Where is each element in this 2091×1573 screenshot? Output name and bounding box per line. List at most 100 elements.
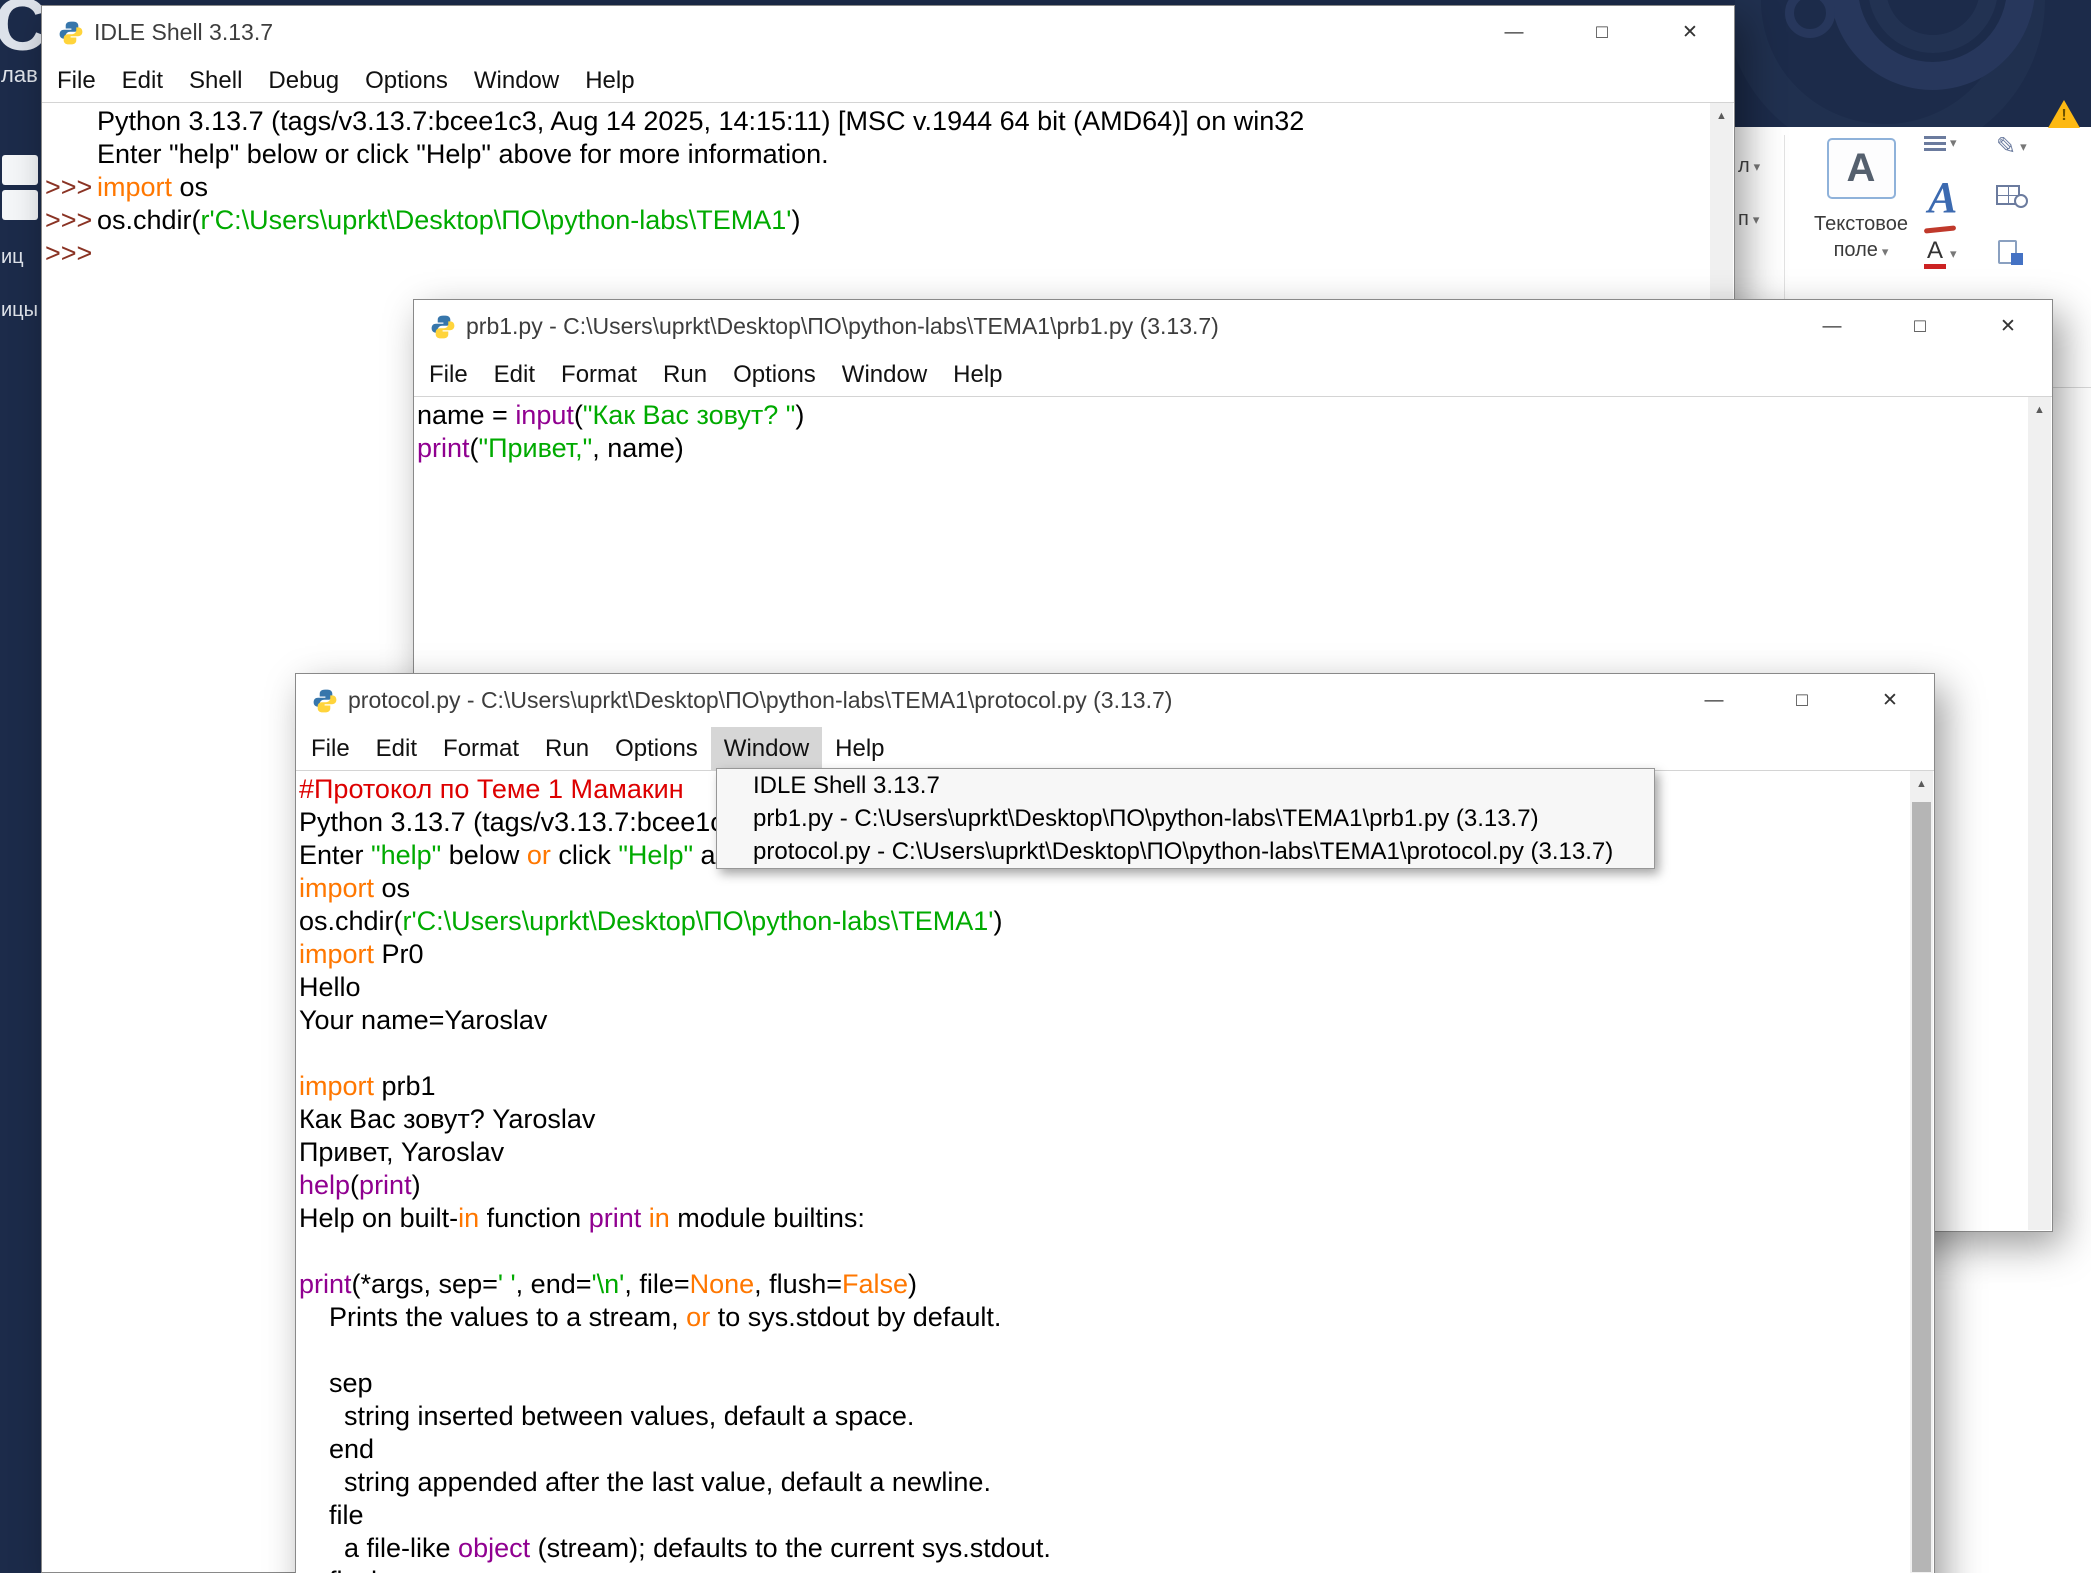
scroll-up-icon[interactable]: ▲ xyxy=(1910,771,1933,797)
textbox-button-label: Текстовое поле▾ xyxy=(1791,211,1931,265)
code-line: sep xyxy=(299,1367,1910,1400)
chevron-down-icon: ▾ xyxy=(1950,135,1957,151)
menu-format[interactable]: Format xyxy=(430,727,532,770)
menu-help[interactable]: Help xyxy=(822,727,897,770)
code-line: >>>import os xyxy=(45,171,1710,204)
code-line: end xyxy=(299,1433,1910,1466)
maximize-button[interactable]: □ xyxy=(1758,674,1846,727)
menu-edit[interactable]: Edit xyxy=(363,727,430,770)
window-title: protocol.py - C:\Users\uprkt\Desktop\ПО\… xyxy=(348,687,1172,714)
code-line: >>>os.chdir(r'C:\Users\uprkt\Desktop\ПО\… xyxy=(45,204,1710,237)
ribbon-clipped-label: л xyxy=(1738,155,1750,178)
window-menu-item[interactable]: protocol.py - C:\Users\uprkt\Desktop\ПО\… xyxy=(717,835,1654,868)
code-line: >>> xyxy=(45,237,1710,270)
menu-file[interactable]: File xyxy=(44,59,109,102)
menubar: FileEditShellDebugOptionsWindowHelp xyxy=(42,59,1734,103)
page-copy-button[interactable] xyxy=(1998,239,2023,265)
code-line: Как Вас зовут? Yaroslav xyxy=(299,1103,1910,1136)
close-icon: ✕ xyxy=(2000,315,2016,338)
code-line: Hello xyxy=(299,971,1910,1004)
code-line: string appended after the last value, de… xyxy=(299,1466,1910,1499)
scrollbar[interactable]: ▲ xyxy=(1910,771,1933,1573)
scrollbar-thumb[interactable] xyxy=(1912,802,1931,1572)
close-icon: ✕ xyxy=(1682,21,1698,44)
menu-options[interactable]: Options xyxy=(352,59,461,102)
minimize-button[interactable]: — xyxy=(1470,6,1558,59)
window-menu-item[interactable]: IDLE Shell 3.13.7 xyxy=(717,769,1654,802)
window-menu-item[interactable]: prb1.py - C:\Users\uprkt\Desktop\ПО\pyth… xyxy=(717,802,1654,835)
menu-help[interactable]: Help xyxy=(940,353,1015,396)
menu-edit[interactable]: Edit xyxy=(109,59,176,102)
shell-prompt: >>> xyxy=(45,204,97,237)
code-line: import prb1 xyxy=(299,1070,1910,1103)
code-line: Enter "help" below or click "Help" above… xyxy=(45,138,1710,171)
menu-file[interactable]: File xyxy=(298,727,363,770)
titlebar[interactable]: prb1.py - C:\Users\uprkt\Desktop\ПО\pyth… xyxy=(414,300,2052,353)
chevron-down-icon: ▾ xyxy=(1754,159,1761,175)
color-bar xyxy=(1924,264,1946,269)
menu-edit[interactable]: Edit xyxy=(481,353,548,396)
clipped-text-fragment: ицы xyxy=(1,299,38,322)
desktop: C лав иц ицы л▾ п▾ A Текстовое поле▾ ▾ xyxy=(0,0,2091,1573)
menu-help[interactable]: Help xyxy=(572,59,647,102)
menu-options[interactable]: Options xyxy=(720,353,829,396)
ribbon-clipped-control[interactable]: п▾ xyxy=(1738,208,1759,231)
clipped-text-fragment: иц xyxy=(1,246,24,269)
menu-debug[interactable]: Debug xyxy=(255,59,352,102)
close-button[interactable]: ✕ xyxy=(1964,300,2052,353)
table-clock-button[interactable] xyxy=(1996,182,2028,208)
font-color-icon: А xyxy=(1924,239,1946,269)
editor-text-area[interactable]: #Протокол по Теме 1 МамакинPython 3.13.7… xyxy=(296,771,1910,1573)
scroll-up-icon[interactable]: ▲ xyxy=(2028,397,2051,423)
titlebar[interactable]: protocol.py - C:\Users\uprkt\Desktop\ПО\… xyxy=(296,674,1934,727)
maximize-button[interactable]: □ xyxy=(1876,300,1964,353)
minimize-icon: — xyxy=(1705,690,1724,712)
wordart-button[interactable]: A xyxy=(1920,176,1972,234)
textbox-gallery-button[interactable]: A Текстовое поле▾ xyxy=(1791,138,1931,265)
menu-window[interactable]: Window xyxy=(711,727,822,770)
draw-button[interactable]: ✎▾ xyxy=(1996,135,2027,159)
menu-format[interactable]: Format xyxy=(548,353,650,396)
chevron-down-icon: ▾ xyxy=(2020,139,2027,155)
close-button[interactable]: ✕ xyxy=(1846,674,1934,727)
wordart-a-icon: A xyxy=(1928,176,1957,220)
code-line: name = input("Как Вас зовут? ") xyxy=(417,399,2028,432)
titlebar[interactable]: IDLE Shell 3.13.7 — □ ✕ xyxy=(42,6,1734,59)
text-direction-button[interactable]: ▾ xyxy=(1924,135,1957,151)
close-button[interactable]: ✕ xyxy=(1646,6,1734,59)
close-icon: ✕ xyxy=(1882,689,1898,712)
code-line: import Pr0 xyxy=(299,938,1910,971)
menu-file[interactable]: File xyxy=(416,353,481,396)
menu-run[interactable]: Run xyxy=(650,353,720,396)
code-line: Привет, Yaroslav xyxy=(299,1136,1910,1169)
menubar: FileEditFormatRunOptionsWindowHelp xyxy=(296,727,1934,771)
caption-buttons: — □ ✕ xyxy=(1470,6,1734,59)
background-banner xyxy=(1735,0,2091,127)
clipped-text-fragment: лав xyxy=(1,62,38,88)
menubar: FileEditFormatRunOptionsWindowHelp xyxy=(414,353,2052,397)
maximize-icon: □ xyxy=(1596,22,1607,44)
scrollbar[interactable]: ▲ xyxy=(2028,397,2051,1230)
minimize-button[interactable]: — xyxy=(1670,674,1758,727)
font-color-button[interactable]: А ▾ xyxy=(1924,239,1957,269)
table-icon xyxy=(2,155,38,225)
chevron-down-icon: ▾ xyxy=(1950,246,1957,262)
menu-window[interactable]: Window xyxy=(829,353,940,396)
menu-shell[interactable]: Shell xyxy=(176,59,255,102)
chevron-down-icon: ▾ xyxy=(1753,212,1760,228)
caption-buttons: — □ ✕ xyxy=(1670,674,1934,727)
shell-prompt: >>> xyxy=(45,237,97,270)
menu-run[interactable]: Run xyxy=(532,727,602,770)
maximize-button[interactable]: □ xyxy=(1558,6,1646,59)
ribbon-clipped-control[interactable]: л▾ xyxy=(1738,155,1760,178)
minimize-icon: — xyxy=(1505,22,1524,44)
scroll-up-icon[interactable]: ▲ xyxy=(1710,103,1733,129)
textbox-icon: A xyxy=(1827,138,1896,199)
code-line: print(*args, sep=' ', end='\n', file=Non… xyxy=(299,1268,1910,1301)
menu-options[interactable]: Options xyxy=(602,727,711,770)
minimize-button[interactable]: — xyxy=(1788,300,1876,353)
pencil-icon: ✎ xyxy=(1996,135,2016,159)
code-line: print("Привет,", name) xyxy=(417,432,2028,465)
code-line: import os xyxy=(299,872,1910,905)
menu-window[interactable]: Window xyxy=(461,59,572,102)
